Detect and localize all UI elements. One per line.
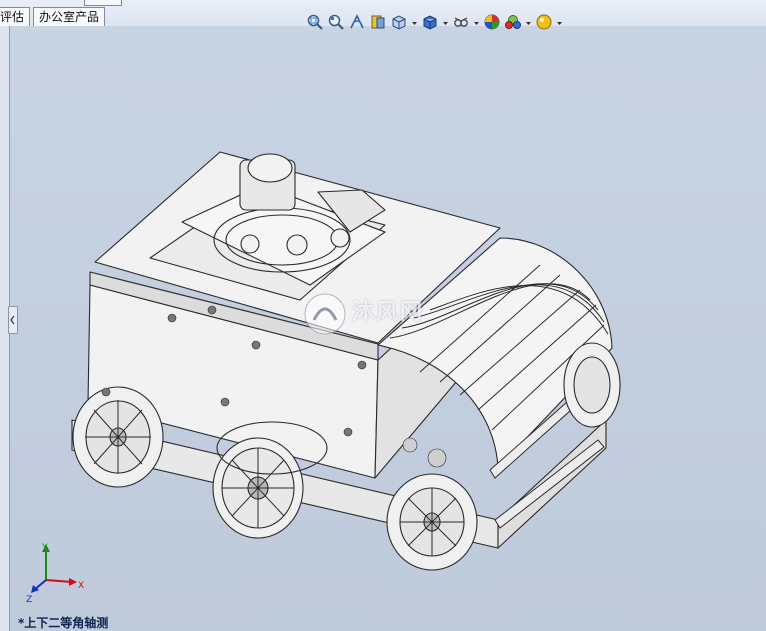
triad-x-arrow: [69, 578, 77, 586]
ring-roller: [286, 234, 308, 256]
watermark-logo-icon: [304, 293, 346, 335]
gimbal-motor: [247, 153, 293, 183]
ring-roller-3: [330, 228, 350, 248]
view-orientation-label: *上下二等角轴测: [18, 616, 109, 630]
ring-roller-2: [240, 234, 260, 254]
triad-z-label: Z: [26, 595, 32, 605]
triad-x-axis: [45, 579, 73, 583]
watermark-text: 沐风网: [352, 300, 425, 325]
reference-triad: Y X Z: [26, 543, 84, 605]
triad-x-label: X: [78, 581, 84, 591]
triad-y-label: Y: [41, 543, 48, 553]
wheel-rear-right: [563, 342, 621, 428]
